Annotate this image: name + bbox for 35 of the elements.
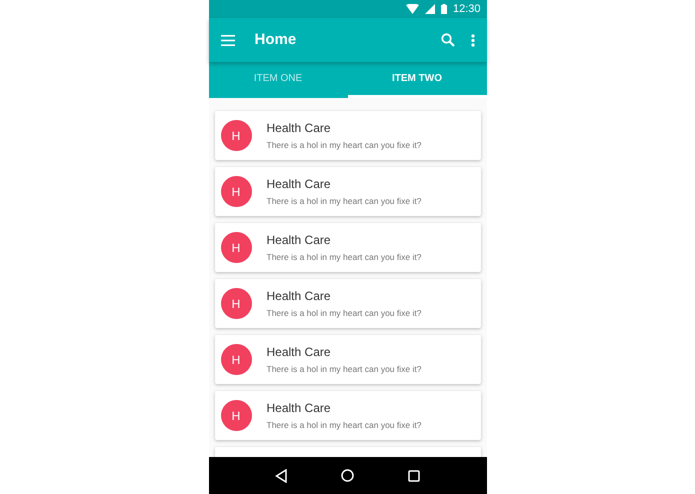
battery-icon	[440, 4, 447, 14]
card-subtitle: There is a hol in my heart can you fixe it?	[266, 194, 422, 206]
back-icon[interactable]	[275, 468, 288, 482]
toolbar-title: Home	[254, 30, 298, 50]
message-card[interactable]: H Health Care There is a hol in my heart can you fixe it?	[214, 167, 480, 216]
wifi-icon	[406, 4, 419, 14]
message-card[interactable]: H Health Care There is a hol in my heart can you fixe it?	[214, 391, 480, 440]
status-time: 12:30	[452, 2, 480, 17]
signal-icon	[424, 4, 435, 14]
card-subtitle: There is a hol in my heart can you fixe it?	[266, 138, 422, 150]
message-card[interactable]: H Health Care There is a hol in my heart can you fixe it?	[214, 111, 480, 160]
avatar: H	[220, 176, 252, 207]
recents-icon[interactable]	[408, 470, 420, 482]
menu-icon[interactable]	[220, 34, 234, 46]
card-title: Health Care	[266, 288, 332, 304]
more-options-icon[interactable]	[470, 34, 474, 46]
message-card[interactable]: H Health Care There is a hol in my heart can you fixe it?	[214, 335, 480, 384]
card-title: Health Care	[266, 232, 332, 248]
avatar: H	[220, 344, 252, 375]
search-icon[interactable]	[440, 33, 454, 47]
avatar: H	[220, 288, 252, 319]
card-subtitle: There is a hol in my heart can you fixe it?	[266, 250, 422, 262]
message-card[interactable]: H Health Care There is a hol in my heart can you fixe it?	[214, 279, 480, 328]
avatar: H	[220, 232, 252, 263]
card-subtitle: There is a hol in my heart can you fixe it?	[266, 306, 422, 318]
message-card[interactable]: H Health Care There is a hol in my heart can you fixe it?	[214, 223, 480, 272]
avatar: H	[220, 120, 252, 151]
card-subtitle: There is a hol in my heart can you fixe it?	[266, 418, 422, 430]
card-title: Health Care	[266, 400, 332, 416]
card-title: Health Care	[266, 120, 332, 136]
avatar: H	[220, 400, 252, 431]
home-icon[interactable]	[340, 469, 354, 482]
card-title: Health Care	[266, 176, 332, 192]
card-title: Health Care	[266, 344, 332, 360]
card-subtitle: There is a hol in my heart can you fixe it?	[266, 362, 422, 374]
